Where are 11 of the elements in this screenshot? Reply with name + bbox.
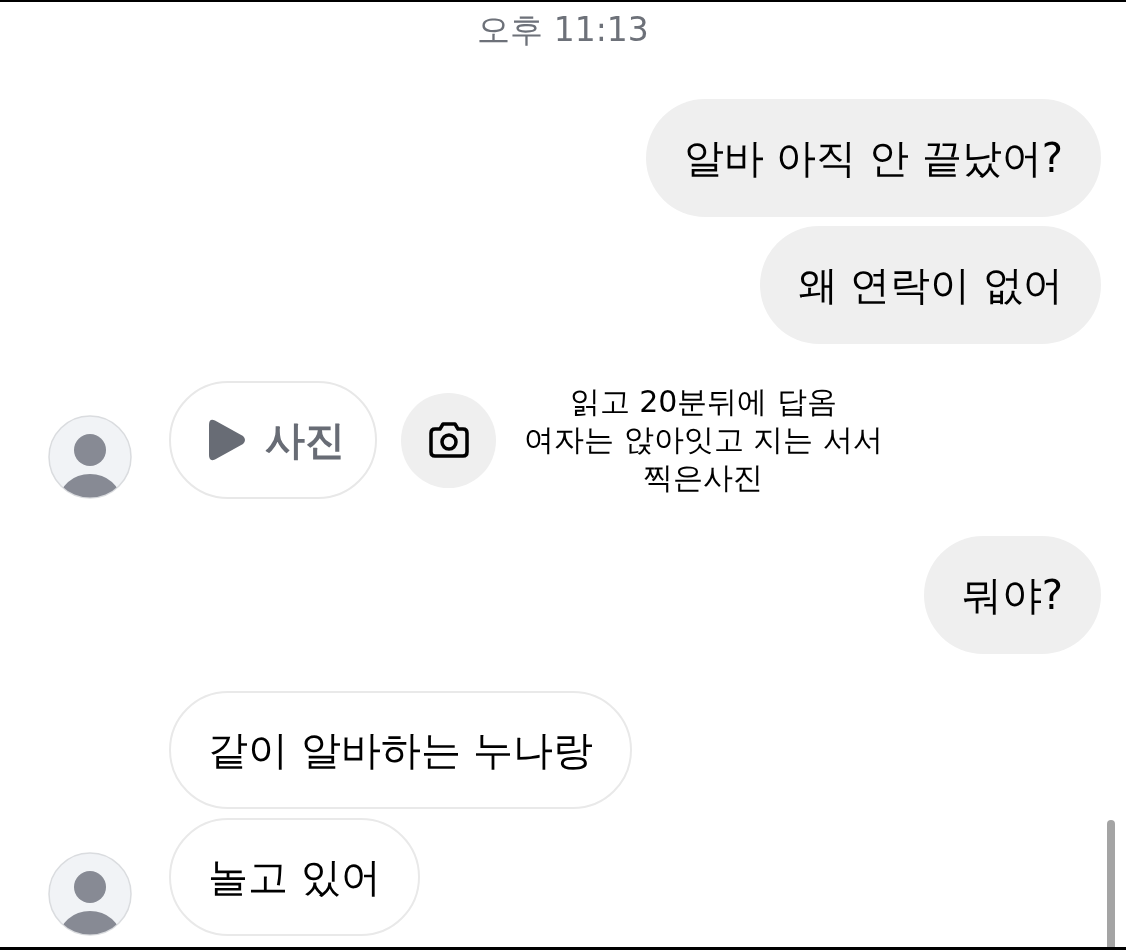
camera-icon	[426, 421, 471, 459]
scrollbar-thumb[interactable]	[1107, 820, 1115, 947]
play-icon	[207, 418, 247, 462]
received-message: 놀고 있어	[169, 818, 420, 936]
photo-message-button[interactable]: 사진	[169, 381, 377, 499]
sent-message: 왜 연락이 없어	[759, 226, 1101, 344]
annotation-text: 읽고 20분뒤에 답옴 여자는 앉아잇고 지는 서서 찍은사진	[524, 383, 883, 497]
message-timestamp: 오후 11:13	[477, 9, 649, 51]
sent-message: 알바 아직 안 끝났어?	[645, 99, 1101, 217]
received-message: 같이 알바하는 누나랑	[169, 691, 633, 809]
sent-message: 뭐야?	[923, 536, 1101, 654]
